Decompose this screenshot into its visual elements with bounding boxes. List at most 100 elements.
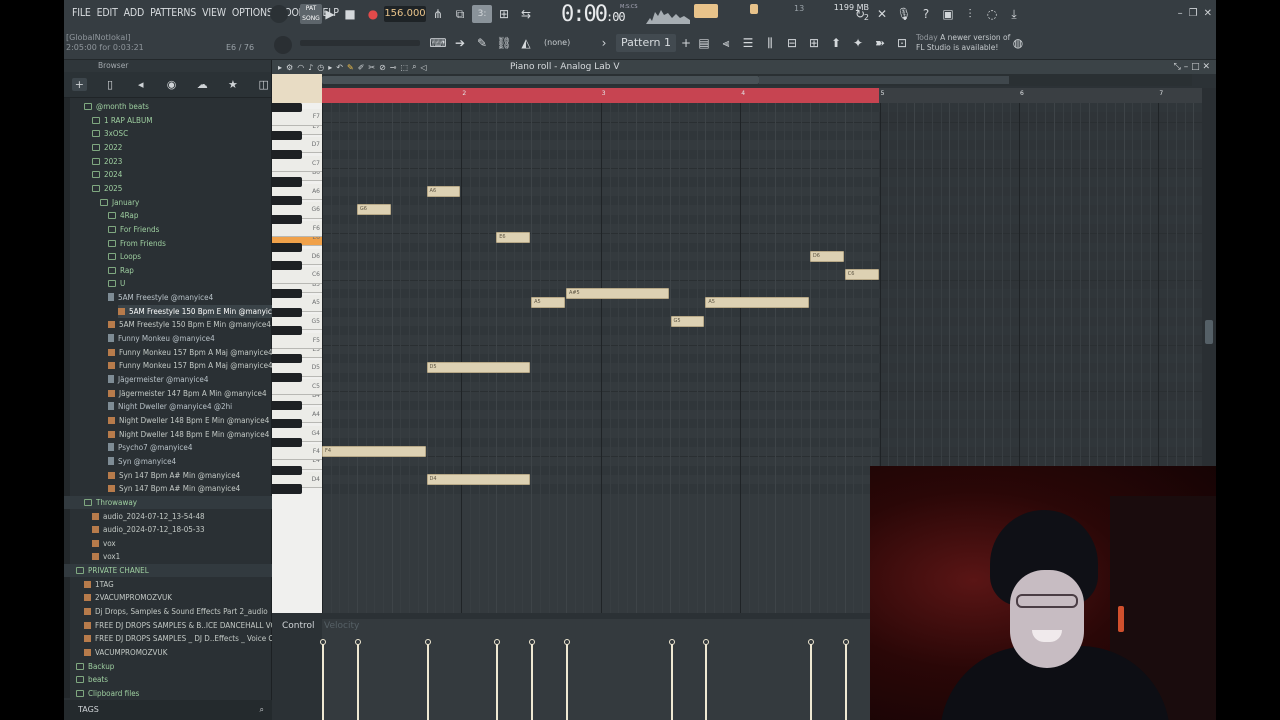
pattern-selector[interactable]: Pattern 1 xyxy=(616,34,676,52)
browser-file[interactable]: Syn 147 Bpm A# Min @manyice4 xyxy=(108,482,240,495)
master-pitch-slider[interactable] xyxy=(300,40,420,46)
pr-arrow-icon[interactable]: ▸ xyxy=(278,63,282,72)
velocity-bar[interactable] xyxy=(531,642,534,720)
velocity-bar[interactable] xyxy=(670,642,673,720)
snap-selector[interactable]: (none) xyxy=(544,34,570,52)
countdown-icon[interactable]: 3: xyxy=(472,5,492,23)
playlist-icon[interactable]: ▤ xyxy=(694,34,714,52)
browser-folder[interactable]: @month beats xyxy=(84,100,149,113)
browser-folder[interactable]: 2023 xyxy=(92,155,122,168)
help-icon[interactable]: ? xyxy=(916,5,936,23)
pr-pencil-icon[interactable]: ✎ xyxy=(347,63,354,72)
brush-icon[interactable]: ✎ xyxy=(472,34,492,52)
black-key[interactable] xyxy=(272,242,302,252)
pattern-prev-icon[interactable]: › xyxy=(594,34,614,52)
midi-note[interactable]: A6 xyxy=(426,185,461,197)
black-key[interactable] xyxy=(272,261,302,271)
midi-note[interactable]: G6 xyxy=(356,204,391,216)
fish-icon[interactable]: ➽ xyxy=(870,34,890,52)
browser-file[interactable]: vox1 xyxy=(92,550,120,563)
browser-folder[interactable]: From Friends xyxy=(108,237,166,250)
menu-file[interactable]: FILE xyxy=(69,7,94,19)
pat-song-toggle[interactable]: PAT SONG xyxy=(300,4,322,24)
velocity-bar[interactable] xyxy=(496,642,499,720)
browser-file[interactable]: Syn 147 Bpm A# Min @manyice4 xyxy=(108,469,240,482)
browser-file[interactable]: Funny Monkeu @manyice4 xyxy=(108,332,215,345)
pr-delete-icon[interactable]: ✂ xyxy=(368,63,375,72)
browser-file[interactable]: Psycho7 @manyice4 xyxy=(108,441,192,454)
search-icon[interactable]: ⌕ xyxy=(260,700,264,720)
browser-tag-icon[interactable]: ◫ xyxy=(256,78,271,91)
pr-undo-icon[interactable]: ↶ xyxy=(336,63,343,72)
velocity-handle[interactable] xyxy=(494,639,501,645)
pr-mute-icon[interactable]: ⊘ xyxy=(379,63,386,72)
browser-file[interactable]: vox xyxy=(92,537,116,550)
master-pitch-knob[interactable] xyxy=(274,36,292,54)
horizontal-scrollbar[interactable] xyxy=(322,74,1192,86)
velocity-handle[interactable] xyxy=(807,639,814,645)
wait-icon[interactable]: ⧉ xyxy=(450,5,470,23)
midi-note[interactable]: A5 xyxy=(531,297,565,309)
record-icon[interactable]: ● xyxy=(363,5,383,23)
browser-folder[interactable]: Throwaway xyxy=(84,496,137,509)
plug-icon[interactable]: ⬆ xyxy=(826,34,846,52)
midi-note[interactable]: A5 xyxy=(705,297,809,309)
velocity-handle[interactable] xyxy=(668,639,675,645)
play-icon[interactable]: ▶ xyxy=(320,5,340,23)
step-arrow-icon[interactable]: ➔ xyxy=(450,34,470,52)
blend-icon[interactable]: ⊞ xyxy=(494,5,514,23)
browser-folder[interactable]: Backup xyxy=(76,660,114,673)
browser-file[interactable]: VACUMPROMOZVUK xyxy=(84,646,167,659)
browser-all-icon[interactable]: + xyxy=(72,78,87,91)
menu-options[interactable]: OPTIONS xyxy=(229,7,276,19)
browser-file[interactable]: Night Dweller 148 Bpm E Min @manyice4 @2… xyxy=(108,428,272,441)
midi-note[interactable]: D6 xyxy=(809,250,844,262)
black-key[interactable] xyxy=(272,437,302,448)
pattern-add-icon[interactable]: + xyxy=(676,34,696,52)
black-key[interactable] xyxy=(272,400,302,410)
pr-select-icon[interactable]: ⬚ xyxy=(401,63,409,72)
save-icon[interactable]: ▣ xyxy=(938,5,958,23)
news-panel[interactable]: Today A newer version of FL Studio is av… xyxy=(916,33,1016,53)
browser-folder[interactable]: beats xyxy=(76,673,108,686)
browser-folder[interactable]: PRIVATE CHANEL xyxy=(76,564,149,577)
black-key[interactable] xyxy=(272,177,302,187)
stop-icon[interactable]: ■ xyxy=(340,5,360,23)
tempo-display[interactable]: 156.000 xyxy=(384,6,426,22)
black-key[interactable] xyxy=(272,354,302,364)
pr-zoom-icon[interactable]: ⌕ xyxy=(412,62,416,72)
browser-files-icon[interactable]: ▯ xyxy=(103,78,118,91)
menu-patterns[interactable]: PATTERNS xyxy=(147,7,199,19)
black-key[interactable] xyxy=(272,214,302,224)
pr-slice-icon[interactable]: ⊸ xyxy=(390,63,397,72)
menu-view[interactable]: VIEW xyxy=(199,7,229,19)
undo-history-icon[interactable]: ↻ xyxy=(850,5,870,23)
browser-file[interactable]: 5AM Freestyle 150 Bpm E Min @manyice4 xyxy=(108,318,271,331)
velocity-handle[interactable] xyxy=(320,639,326,645)
browser-file[interactable]: 5AM Freestyle 150 Bpm E Min @manyice4 xyxy=(118,304,272,318)
black-key[interactable] xyxy=(272,307,302,317)
browser-sound-icon[interactable]: ◂ xyxy=(133,78,148,91)
control-label[interactable]: Control xyxy=(282,621,315,631)
pr-note-icon[interactable]: ♪ xyxy=(308,63,313,72)
pr-play-icon[interactable]: ▸ xyxy=(328,63,332,72)
midi-note[interactable]: F4 xyxy=(322,446,426,458)
pr-magnet-icon[interactable]: ◠ xyxy=(297,63,304,72)
browser-icon[interactable]: ⊟ xyxy=(782,34,802,52)
scroll-thumb[interactable] xyxy=(322,76,759,84)
cut-icon[interactable]: ✕ xyxy=(872,5,892,23)
browser-folder[interactable]: 3xOSC xyxy=(92,127,128,140)
time-ruler[interactable]: 2 3 4 5 6 7 xyxy=(322,88,1202,103)
pr-tools-menu-icon[interactable]: ⤡ xyxy=(1174,62,1181,72)
black-key[interactable] xyxy=(272,484,302,494)
browser-folder[interactable]: For Friends xyxy=(108,223,159,236)
browser-folder[interactable]: 1 RAP ALBUM xyxy=(92,114,152,127)
tags-label[interactable]: TAGS xyxy=(78,705,99,714)
velocity-handle[interactable] xyxy=(842,639,849,645)
velocity-bar[interactable] xyxy=(356,642,359,720)
browser-file[interactable]: Dj Drops, Samples & Sound Effects Part 2… xyxy=(84,605,268,618)
midi-note[interactable]: D4 xyxy=(426,474,531,485)
browser-file[interactable]: audio_2024-07-12_13-54-48 xyxy=(92,510,205,523)
velocity-handle[interactable] xyxy=(563,639,570,645)
black-key[interactable] xyxy=(272,465,302,475)
